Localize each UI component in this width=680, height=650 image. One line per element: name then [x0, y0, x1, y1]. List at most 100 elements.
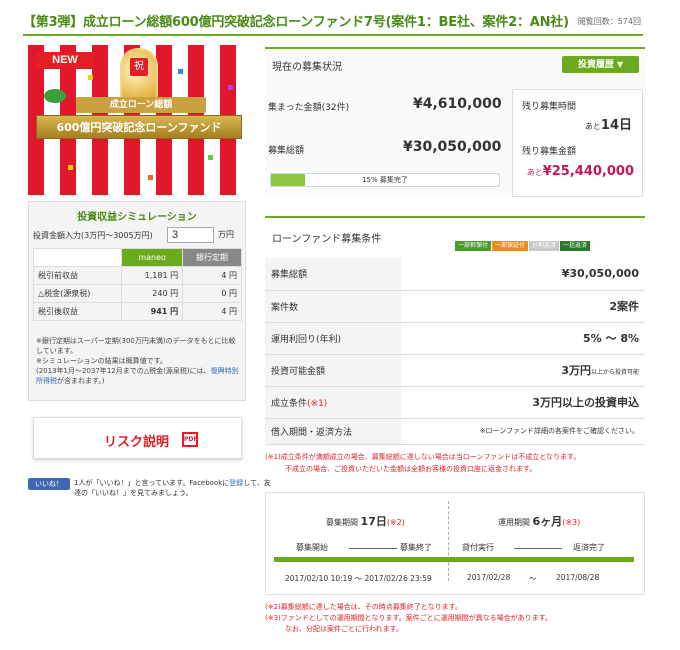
remain-prefix: あと: [526, 168, 543, 177]
footnote-mark: (※1): [307, 398, 328, 409]
row-value: ※ローンファンド詳細の各案件をご確認ください。: [401, 418, 645, 445]
footnotes: (※2)募集総額に達した場合は、その時点募集終了となります。 (※3)ファンドと…: [265, 603, 552, 633]
table-row: 運用利回り(年利) 5% ～ 8%: [265, 322, 645, 355]
simulation-notes: ※銀行定期はスーパー定期(300万円未満)のデータをもとに比較しています。 ※シ…: [36, 336, 241, 386]
schedule-timeline: 募集期間 17日(※2) 運用期間 6ヶ月(※3) 募集開始 募集終了 貸付実行…: [265, 492, 645, 595]
frog-mascot-icon: [44, 89, 66, 103]
total-label: 募集総額: [268, 146, 305, 156]
row-label: 募集総額: [265, 258, 401, 291]
note-text: ※シミュレーションの結果は概算値です。: [36, 357, 167, 365]
col-bank: 銀行定期: [182, 248, 242, 267]
remain-prefix: あと: [584, 122, 601, 131]
row-label: 税引前収益: [32, 266, 123, 285]
tag-lump-sum: 一括返済: [560, 241, 591, 251]
date-repay: 2017/08/28: [556, 573, 600, 582]
timeline-divider: [448, 501, 449, 581]
timeline-arrow: [349, 548, 397, 549]
risk-explanation-button[interactable]: リスク説明 PDF: [33, 417, 242, 459]
like-text: 1人が「いいね！」と言っています。Facebookに登録して、友達の「いいね！」…: [74, 479, 271, 497]
remain-amount-label: 残り募集金額: [522, 147, 577, 157]
progress-bar: 15% 募集完了: [270, 173, 500, 187]
date-tilde: ～: [529, 574, 537, 583]
footnote-mark: (※3): [562, 518, 581, 527]
status-title: 現在の募集状況: [272, 62, 342, 73]
row-value-bank: 4 円: [182, 266, 242, 285]
pdf-icon: PDF: [182, 432, 198, 447]
table-row: 税引後収益 941 円 4 円: [32, 302, 242, 321]
investment-history-button[interactable]: 投資履歴 ▼: [562, 56, 639, 73]
row-value-suffix: 以上から投資可能: [590, 369, 639, 376]
page-title: 【第3弾】成立ローン総額600億円突破記念ローンファンド7号(案件1：BE社、案…: [23, 15, 569, 30]
status-panel: 現在の募集状況 投資履歴 ▼ 集まった金額(32件) ¥4,610,000 募集…: [265, 47, 645, 197]
step-end: 募集終了: [400, 543, 432, 552]
date-range: 2017/02/10 10:19 ～ 2017/02/26 23:59: [285, 574, 432, 583]
row-value: 5% ～ 8%: [401, 322, 645, 355]
table-row: 成立条件(※1) 3万円以上の投資申込: [265, 386, 645, 419]
amount-unit: 万円: [218, 230, 234, 239]
simulation-title: 投資収益シミュレーション: [77, 212, 197, 223]
operation-label: 運用期間: [498, 518, 530, 527]
period-value: 17日: [360, 515, 387, 528]
new-badge: NEW: [36, 52, 94, 69]
row-value: 3万円: [561, 364, 591, 377]
note-text: が含まれます。): [57, 377, 105, 385]
timeline-bar: [274, 557, 634, 562]
table-row: 借入期間・返済方法 ※ローンファンド詳細の各案件をご確認ください。: [265, 418, 645, 445]
row-label: 税引後収益: [32, 302, 123, 321]
row-value-maneo: 1,181 円: [121, 266, 184, 285]
tag-list: 一部担保付 一部保証付 分割返済 一括返済: [455, 232, 591, 251]
remain-time-label: 残り募集時間: [522, 102, 577, 112]
fund-banner-image: NEW 祝 成立ローン総額 600億円突破記念ローンファンド: [28, 45, 250, 195]
row-label: △税金(源泉税): [32, 284, 123, 303]
remaining-box: 残り募集時間 あと14日 残り募集金額 あと¥25,440,000: [512, 89, 643, 197]
note-text: ※銀行定期はスーパー定期(300万円未満)のデータをもとに比較しています。: [36, 337, 236, 355]
remain-time-value: 14日: [600, 118, 632, 133]
banner-subtitle: 成立ローン総額: [76, 97, 206, 113]
date-loan: 2017/02/28: [467, 573, 511, 582]
timeline-arrow: [514, 548, 562, 549]
col-maneo: maneo: [121, 248, 184, 267]
chevron-down-icon: ▼: [617, 60, 624, 69]
tag-partial-collateral: 一部担保付: [455, 241, 492, 251]
operation-value: 6ヶ月: [532, 515, 563, 528]
view-count: 閲覧回数：574回: [577, 17, 641, 26]
remain-amount-value: ¥25,440,000: [542, 164, 634, 179]
note-text: (2013年1月～2037年12月までの△税金(源泉税)には、: [36, 367, 211, 375]
progress-text: 15% 募集完了: [362, 176, 408, 184]
row-value-bank: 0 円: [182, 284, 242, 303]
step-start: 募集開始: [296, 543, 328, 552]
amount-input-label: 投資金額入力(3万円～3005万円): [33, 231, 153, 240]
total-value: ¥30,050,000: [403, 139, 502, 155]
row-label: 成立条件: [271, 398, 308, 409]
period-label: 募集期間: [326, 518, 358, 527]
page-header: 【第3弾】成立ローン総額600億円突破記念ローンファンド7号(案件1：BE社、案…: [23, 8, 643, 36]
risk-label: リスク説明: [104, 435, 170, 450]
step-repay: 返済完了: [573, 543, 605, 552]
tag-installment: 分割返済: [529, 241, 560, 251]
table-row: 募集総額 ¥30,050,000: [265, 258, 645, 291]
row-label: 投資可能金額: [265, 354, 401, 387]
condition-note: (※1)成立条件が満額成立の場合、募集総額に達しない場合は当ローンファンドは不成…: [265, 453, 581, 473]
row-value: 3万円以上の投資申込: [401, 386, 645, 419]
row-value-maneo: 240 円: [121, 284, 184, 303]
footnote-mark: (※2): [386, 518, 405, 527]
step-loan: 貸付実行: [462, 543, 494, 552]
table-row: 投資可能金額 3万円以上から投資可能: [265, 354, 645, 387]
row-label: 運用利回り(年利): [265, 322, 401, 355]
raised-label: 集まった金額(32件): [268, 103, 350, 113]
row-label: 案件数: [265, 290, 401, 323]
row-value-bank: 4 円: [182, 302, 242, 321]
like-button[interactable]: いいね！: [28, 478, 70, 490]
simulation-table: maneo 銀行定期 税引前収益 1,181 円 4 円 △税金(源泉税) 24…: [32, 248, 242, 321]
row-label: 借入期間・返済方法: [265, 418, 401, 445]
signup-link[interactable]: 登録: [229, 479, 243, 487]
table-row: 税引前収益 1,181 円 4 円: [32, 266, 242, 285]
conditions-title: ローンファンド募集条件: [272, 234, 382, 245]
amount-input[interactable]: 3: [167, 227, 214, 243]
raised-value: ¥4,610,000: [413, 96, 502, 112]
banner-main-title: 600億円突破記念ローンファンド: [36, 115, 242, 139]
table-row: △税金(源泉税) 240 円 0 円: [32, 284, 242, 303]
conditions-table: 募集総額 ¥30,050,000 案件数 2案件 運用利回り(年利) 5% ～ 8% …: [265, 258, 645, 445]
row-value-maneo: 941 円: [121, 302, 184, 321]
tag-partial-guarantee: 一部保証付: [492, 241, 529, 251]
